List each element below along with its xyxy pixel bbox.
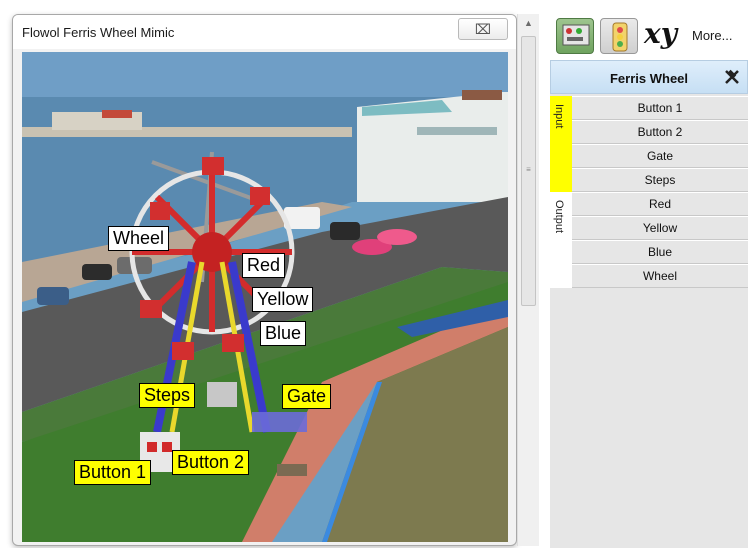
- label-yellow: Yellow: [252, 287, 314, 312]
- item-gate[interactable]: Gate: [572, 144, 748, 168]
- label-blue: Blue: [260, 321, 307, 346]
- input-group-label: Input: [553, 104, 565, 129]
- pin-icon[interactable]: [723, 68, 741, 86]
- vertical-scrollbar[interactable]: ▲ ≡: [517, 14, 539, 546]
- circuit-board-icon[interactable]: [556, 18, 594, 54]
- input-group: Input: [550, 96, 572, 192]
- ferris-wheel-scene: Wheel Red Yellow Blue Steps Gate Button …: [22, 52, 508, 542]
- scrollbar-thumb[interactable]: ≡: [521, 36, 536, 306]
- panel-title: Ferris Wheel: [609, 71, 689, 86]
- window-titlebar[interactable]: Flowol Ferris Wheel Mimic ⌧: [13, 15, 516, 49]
- label-wheel: Wheel: [108, 226, 170, 251]
- more-link[interactable]: More...: [692, 28, 732, 43]
- item-blue[interactable]: Blue: [572, 240, 748, 264]
- grip-icon: ≡: [526, 165, 531, 174]
- item-red[interactable]: Red: [572, 192, 748, 216]
- mimic-window: Flowol Ferris Wheel Mimic ⌧ Wheel Red Ye…: [12, 14, 517, 546]
- io-panel: Ferris Wheel Input Output Button 1 Butto…: [550, 60, 748, 548]
- close-icon: ⌧: [474, 21, 492, 37]
- label-button-2: Button 2: [172, 450, 250, 475]
- item-button-2[interactable]: Button 2: [572, 120, 748, 144]
- item-yellow[interactable]: Yellow: [572, 216, 748, 240]
- label-steps: Steps: [139, 383, 196, 408]
- traffic-light-glyph: [612, 22, 628, 52]
- label-gate: Gate: [282, 384, 332, 409]
- item-wheel[interactable]: Wheel: [572, 264, 748, 288]
- toolbar: xy More...: [552, 14, 748, 58]
- output-group-label: Output: [553, 200, 565, 234]
- scroll-up-arrow-icon[interactable]: ▲: [518, 14, 539, 32]
- xy-icon[interactable]: xy: [644, 17, 677, 50]
- item-button-1[interactable]: Button 1: [572, 96, 748, 120]
- label-red: Red: [242, 253, 286, 278]
- panel-header: Ferris Wheel: [550, 60, 748, 94]
- circuit-board-glyph: [562, 24, 590, 46]
- window-title: Flowol Ferris Wheel Mimic: [22, 25, 175, 40]
- close-button[interactable]: ⌧: [458, 18, 508, 40]
- label-button-1: Button 1: [74, 460, 152, 485]
- item-steps[interactable]: Steps: [572, 168, 748, 192]
- traffic-light-icon[interactable]: [600, 18, 638, 54]
- output-group: Output: [550, 192, 572, 288]
